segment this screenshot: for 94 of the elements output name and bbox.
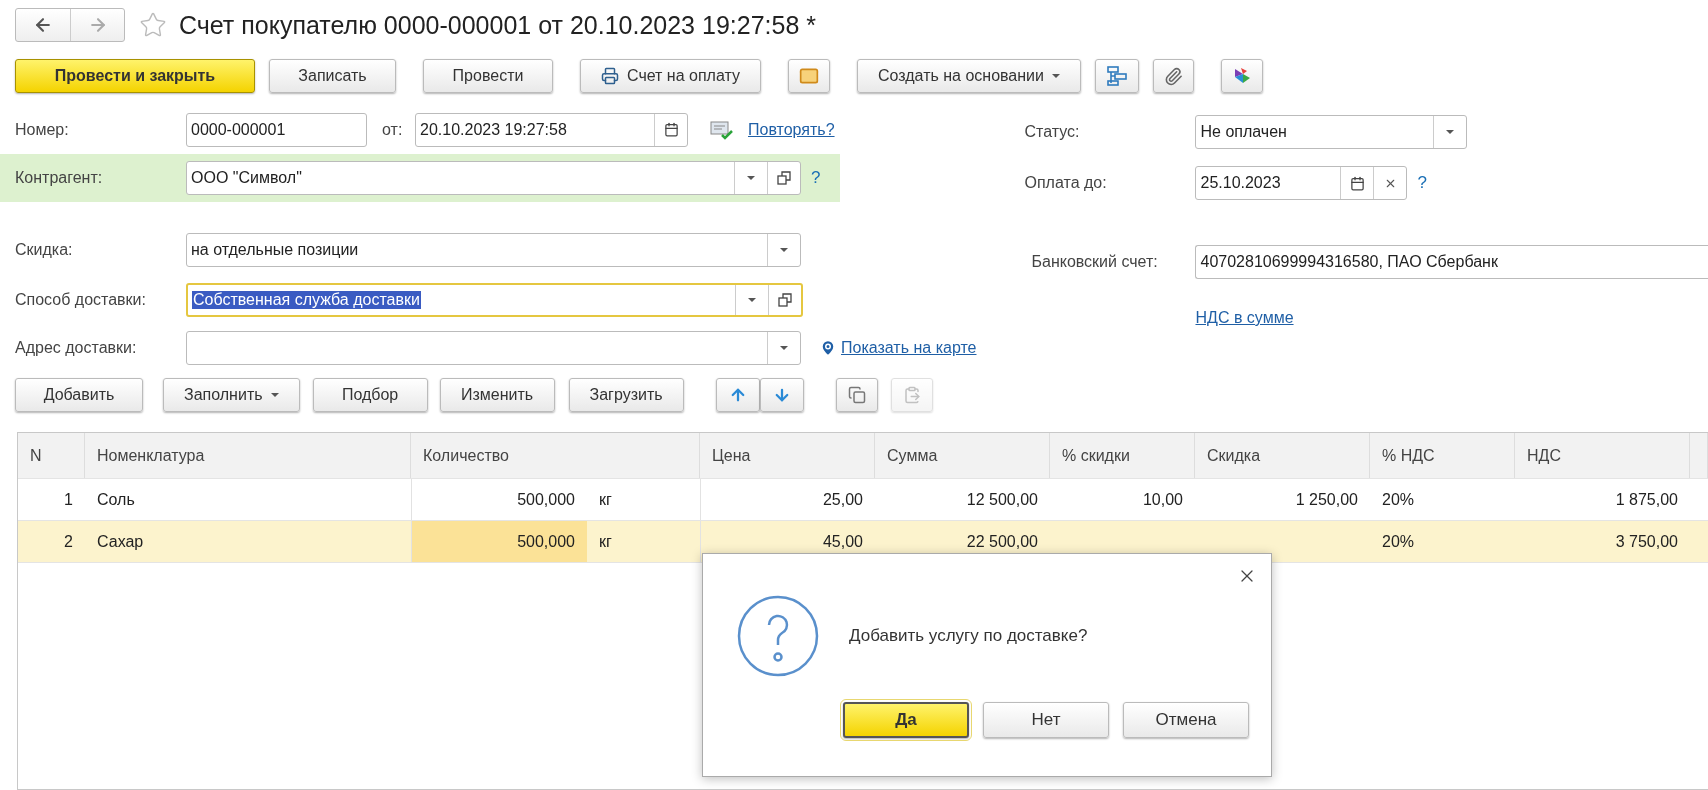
table-cell-text: Соль [96,489,136,510]
help-link[interactable]: ? [1417,173,1427,193]
column-header[interactable]: % НДС [1370,433,1515,478]
table-row[interactable]: 1 Соль 500,000 кг 25,00 12 500,00 10,00 1 250,00 20% 1 875,00 [18,479,1708,521]
field-label: от: [382,120,404,139]
open-form-icon [777,171,791,186]
status-field[interactable]: Не оплачен [1195,115,1468,149]
column-header[interactable]: Цена [700,433,875,478]
help-link[interactable]: ? [811,168,821,189]
payment-due-field[interactable]: 25.10.2023 [1195,166,1408,200]
column-header[interactable]: Количество [411,433,700,478]
favorite-star-icon[interactable] [139,11,167,39]
copy-icon [847,386,866,404]
counterparty-field[interactable]: ООО "Символ" [186,161,801,196]
field-label: Статус: [1024,123,1081,141]
open-form-icon [778,292,792,307]
delivery-address-field[interactable] [186,330,801,365]
table-cell: 25,00 [700,479,875,520]
delivery-method-field[interactable]: Собственная служба доставки [186,282,803,317]
column-header[interactable]: Сумма [875,433,1050,478]
table-row[interactable]: 2 Сахар 500,000 кг 45,00 22 500,00 20% 3 750,00 [18,521,1708,563]
calendar-icon [663,122,679,138]
dialog-button[interactable]: Да [843,702,969,738]
caret-icon [780,345,788,350]
share-button[interactable] [1221,59,1263,93]
move-down-button[interactable] [759,378,804,412]
printer-icon [601,67,619,85]
calendar-icon [1350,175,1365,191]
date-field[interactable]: 20.10.2023 19:27:58 [415,112,688,147]
table-cell-text: 1 250,00 [1294,489,1359,510]
field-label: Скидка: [15,240,74,259]
table-cell-text: 20% [1381,531,1416,552]
window-title: Счет покупателю 0000-000001 от 20.10.2023 19:27:58 * [179,10,816,40]
save-button[interactable]: Записать [269,59,396,93]
document-check-icon [710,118,734,141]
structure-icon [1106,65,1128,87]
table-cell: 500,000 [411,521,587,562]
caret-icon [780,247,788,252]
show-on-map-link[interactable]: Показать на карте [841,338,977,357]
caret-icon [1052,74,1060,78]
table-cell-text: Сахар [96,531,145,552]
discount-field[interactable]: на отдельные позиции [186,232,801,267]
structure-button[interactable] [1095,59,1139,93]
invoice-button[interactable]: Счет на оплату [580,59,761,93]
edit-button[interactable]: Изменить [439,378,555,412]
table-cell-text: кг [598,489,613,510]
table-cell-text: 22 500,00 [965,531,1039,552]
load-button[interactable]: Загрузить [568,378,684,412]
table-cell-text: 20% [1381,489,1416,510]
map-pin-icon [819,338,837,357]
table-cell-text: 10,00 [1141,489,1184,510]
field-label: Номер: [15,120,70,139]
caret-icon [1446,130,1455,134]
column-header[interactable]: НДС [1515,433,1690,478]
caret-icon [747,176,755,181]
post-and-close-button[interactable]: Провести и закрыть [15,59,255,93]
email-button[interactable] [788,59,830,93]
field-label: Оплата до: [1024,174,1108,192]
copy-button[interactable] [835,378,878,412]
field-label: Способ доставки: [15,290,147,309]
dialog-message: Добавить услугу по доставке? [849,626,1088,646]
bank-account-field[interactable]: 40702810699994316580, ПАО Сбербанк [1195,245,1708,279]
column-header[interactable]: N [18,433,85,478]
field-label: Контрагент: [15,169,104,188]
column-header[interactable]: Номенклатура [85,433,411,478]
move-up-button[interactable] [715,378,760,412]
column-header[interactable]: % скидки [1050,433,1195,478]
column-header[interactable]: Скидка [1195,433,1370,478]
pick-button[interactable]: Подбор [312,378,428,412]
add-button[interactable]: Добавить [15,378,143,412]
fill-button[interactable]: Заполнить [163,378,300,412]
caret-icon [270,393,279,397]
dialog-button[interactable]: Отмена [1123,702,1249,738]
share-icon [1232,66,1252,86]
table-cell: 500,000 [411,479,587,520]
paste-icon [902,386,921,404]
table-cell-text: кг [598,531,613,552]
number-field[interactable]: 0000-000001 [186,112,367,147]
paperclip-icon [1164,66,1183,86]
post-button[interactable]: Провести [423,59,553,93]
repeat-link[interactable]: Повторять? [748,120,835,139]
table-cell-text: 1 [63,489,74,510]
field-label: Банковский счет: [1031,253,1159,271]
field-label: Адрес доставки: [15,338,138,357]
caret-icon [748,297,756,302]
create-based-on-button[interactable]: Создать на основании [857,59,1081,93]
table-cell-text: 3 750,00 [1614,531,1679,552]
attach-button[interactable] [1153,59,1194,93]
dialog-button[interactable]: Нет [983,702,1109,738]
table-cell-text: 12 500,00 [965,489,1039,510]
vat-mode-link[interactable]: НДС в сумме [1195,309,1294,327]
table-cell-text: 2 [63,531,74,552]
question-icon [737,595,819,677]
table-cell-text: 1 875,00 [1614,489,1679,510]
